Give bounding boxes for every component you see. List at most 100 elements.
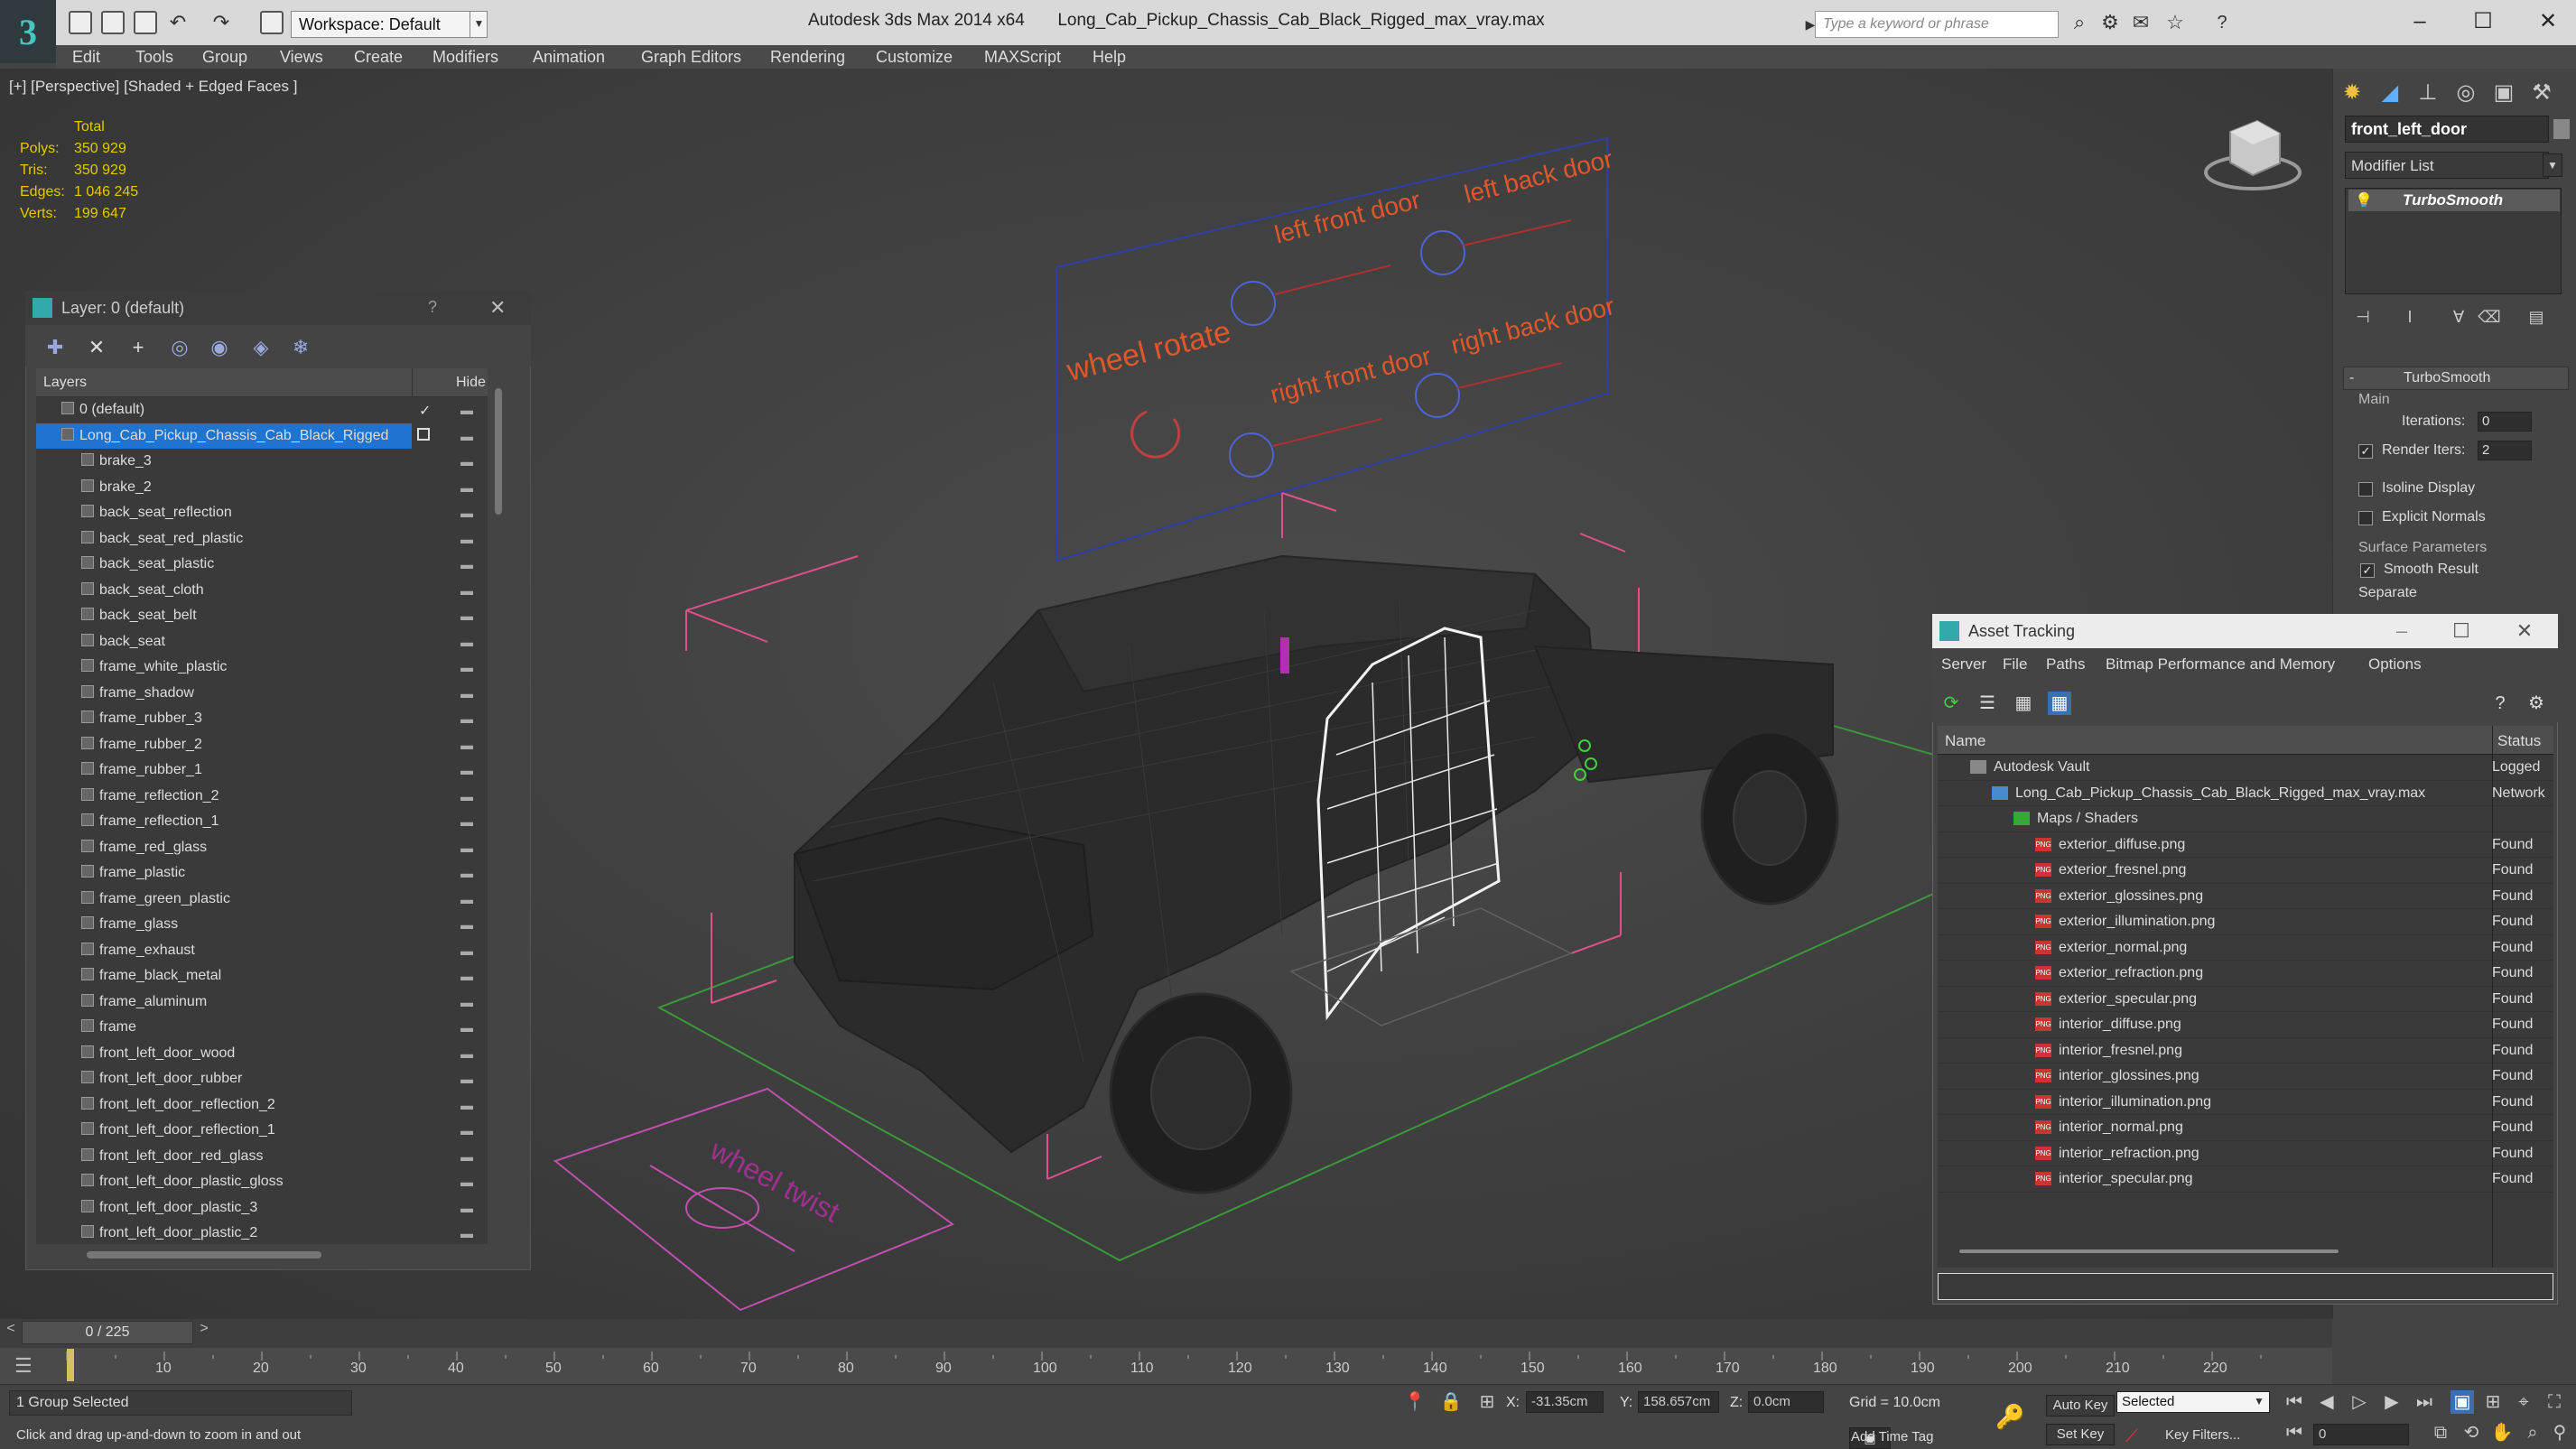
motion-tab-icon[interactable]: ◎ [2450, 78, 2481, 108]
asset-menu-server[interactable]: Server [1941, 655, 1986, 673]
previous-frame-icon[interactable]: ◀ [2315, 1390, 2339, 1414]
asset-menu-file[interactable]: File [2003, 655, 2027, 673]
hide-toggle[interactable]: ▬ [460, 1020, 473, 1035]
iterations-spinner[interactable]: 0 [2478, 412, 2532, 432]
go-to-end-icon[interactable]: ⏭ [2413, 1390, 2436, 1414]
close-button[interactable]: ✕ [2497, 616, 2552, 646]
search-input[interactable]: Type a keyword or phrase [1815, 11, 2059, 38]
hide-toggle[interactable]: ▬ [460, 917, 473, 932]
object-color-swatch[interactable] [2553, 119, 2570, 139]
x-coordinate-field[interactable]: -31.35cm [1526, 1391, 1604, 1413]
menu-edit[interactable]: Edit [72, 45, 100, 69]
hide-toggle[interactable]: ▬ [460, 763, 473, 777]
layer-row[interactable]: frame_shadow ▬ [36, 681, 488, 707]
hide-toggle[interactable]: ▬ [460, 943, 473, 958]
asset-row[interactable]: PNG exterior_specular.png Found [1938, 987, 2553, 1012]
time-config-icon[interactable]: ⧉ [2429, 1421, 2452, 1444]
time-slider[interactable] [0, 1319, 2332, 1348]
save-file-icon[interactable] [134, 11, 157, 34]
z-coordinate-field[interactable]: 0.0cm [1748, 1391, 1824, 1413]
asset-path-field[interactable] [1938, 1273, 2553, 1300]
modifier-list-dropdown[interactable]: Modifier List [2345, 152, 2549, 179]
highlight-layer-icon[interactable]: ◉ [208, 336, 231, 359]
asset-menu-paths[interactable]: Paths [2046, 655, 2085, 673]
layer-row[interactable]: frame_reflection_1 ▬ [36, 809, 488, 835]
hide-toggle[interactable]: ▬ [460, 403, 473, 417]
menu-tools[interactable]: Tools [135, 45, 173, 69]
asset-row[interactable]: PNG interior_fresnel.png Found [1938, 1038, 2553, 1064]
table-view-icon[interactable]: ▦ [2012, 692, 2035, 715]
asset-row[interactable]: PNG exterior_refraction.png Found [1938, 961, 2553, 987]
maximize-button[interactable]: ☐ [2456, 5, 2510, 38]
layer-row[interactable]: front_left_door_reflection_1 ▬ [36, 1118, 488, 1144]
current-layer-check-icon[interactable]: ✓ [419, 402, 431, 420]
select-objects-icon[interactable]: ◎ [168, 336, 191, 359]
set-key-mode-icon[interactable]: 🔑 [1995, 1405, 2024, 1428]
hide-toggle[interactable]: ▬ [460, 1072, 473, 1086]
layer-row[interactable]: Long_Cab_Pickup_Chassis_Cab_Black_Rigged… [36, 423, 473, 449]
maximize-button[interactable]: ☐ [2434, 616, 2488, 646]
hide-toggle[interactable]: ▬ [460, 557, 473, 571]
hide-toggle[interactable]: ▬ [460, 686, 473, 701]
layer-row[interactable]: back_seat_reflection ▬ [36, 500, 488, 526]
asset-row[interactable]: PNG interior_specular.png Found [1938, 1166, 2553, 1193]
time-prev-button[interactable]: < [0, 1321, 22, 1344]
communication-icon[interactable]: ✉ [2129, 11, 2153, 34]
hide-toggle[interactable]: ▬ [460, 635, 473, 649]
layer-row[interactable]: brake_2 ▬ [36, 475, 488, 501]
app-logo[interactable]: 3 [0, 0, 56, 63]
hide-toggle[interactable]: ▬ [460, 1046, 473, 1061]
hide-toggle[interactable]: ▬ [460, 866, 473, 880]
hide-toggle[interactable]: ▬ [460, 841, 473, 855]
rollout-collapse-icon[interactable]: - [2349, 370, 2354, 386]
layer-row[interactable]: back_seat_plastic ▬ [36, 552, 488, 578]
layer-row[interactable]: back_seat_cloth ▬ [36, 578, 488, 604]
menu-views[interactable]: Views [280, 45, 323, 69]
help-icon[interactable]: ? [2210, 11, 2234, 34]
walkthrough-icon[interactable]: ⚲ [2548, 1421, 2571, 1444]
zoom-all-icon[interactable]: ⊞ [2481, 1390, 2505, 1414]
layer-row[interactable]: frame_red_glass ▬ [36, 835, 488, 861]
layer-row[interactable]: frame_rubber_2 ▬ [36, 732, 488, 758]
layer-row[interactable]: back_seat_belt ▬ [36, 603, 488, 629]
play-icon[interactable]: ▷ [2348, 1390, 2371, 1414]
hide-toggle[interactable]: ▬ [460, 814, 473, 829]
lock-selection-icon[interactable]: 🔒 [1439, 1390, 1463, 1414]
layer-row[interactable]: frame_rubber_1 ▬ [36, 757, 488, 784]
pan-hand-icon[interactable]: ✋ [2490, 1421, 2514, 1444]
orbit-icon[interactable]: ⟲ [2460, 1421, 2483, 1444]
asset-row[interactable]: PNG interior_diffuse.png Found [1938, 1012, 2553, 1038]
menu-create[interactable]: Create [354, 45, 403, 69]
layer-row[interactable]: front_left_door_plastic_3 ▬ [36, 1195, 488, 1221]
time-slider-thumb[interactable]: 0 / 225 [22, 1321, 193, 1344]
make-current-checkbox[interactable] [417, 427, 430, 441]
hide-toggle[interactable]: ▬ [460, 1201, 473, 1215]
utilities-tab-icon[interactable]: ⚒ [2526, 78, 2557, 108]
menu-graph-editors[interactable]: Graph Editors [641, 45, 741, 69]
mini-curve-editor-icon[interactable]: ☰ [14, 1354, 42, 1379]
freeze-all-icon[interactable]: ❄ [289, 336, 312, 359]
viewport-label[interactable]: [+] [Perspective] [Shaded + Edged Faces … [9, 78, 297, 96]
minimize-button[interactable]: – [2375, 616, 2429, 646]
binoculars-icon[interactable]: ⌕ [2068, 11, 2091, 34]
layer-row[interactable]: front_left_door_red_glass ▬ [36, 1144, 488, 1170]
object-name-field[interactable]: front_left_door [2345, 116, 2549, 143]
modify-tab-icon[interactable]: ◢ [2375, 78, 2405, 108]
layers-column-header[interactable]: Layers [43, 375, 87, 391]
layer-scrollbar[interactable] [495, 388, 502, 515]
minimize-button[interactable]: – [2393, 5, 2447, 38]
hide-toggle[interactable]: ▬ [460, 608, 473, 623]
hide-toggle[interactable]: ▬ [460, 789, 473, 803]
layer-row[interactable]: front_left_door_rubber ▬ [36, 1066, 488, 1092]
chevron-down-icon[interactable]: ▼ [2254, 1395, 2264, 1407]
layer-dialog-title[interactable]: Layer: 0 (default) [25, 291, 531, 325]
workspace-dropdown[interactable]: Workspace: Default [291, 11, 488, 38]
list-view-icon[interactable]: ☰ [1976, 692, 1999, 715]
help-icon[interactable]: ? [2488, 692, 2512, 715]
key-selection-dropdown[interactable]: Selected [2116, 1391, 2270, 1413]
layer-row[interactable]: front_left_door_plastic_2 ▬ [36, 1221, 488, 1247]
asset-row[interactable]: Autodesk Vault Logged [1938, 755, 2553, 781]
asset-menu-options[interactable]: Options [2368, 655, 2422, 673]
lightbulb-icon[interactable]: 💡 [2355, 191, 2373, 209]
layer-row[interactable]: front_left_door_wood ▬ [36, 1041, 488, 1067]
